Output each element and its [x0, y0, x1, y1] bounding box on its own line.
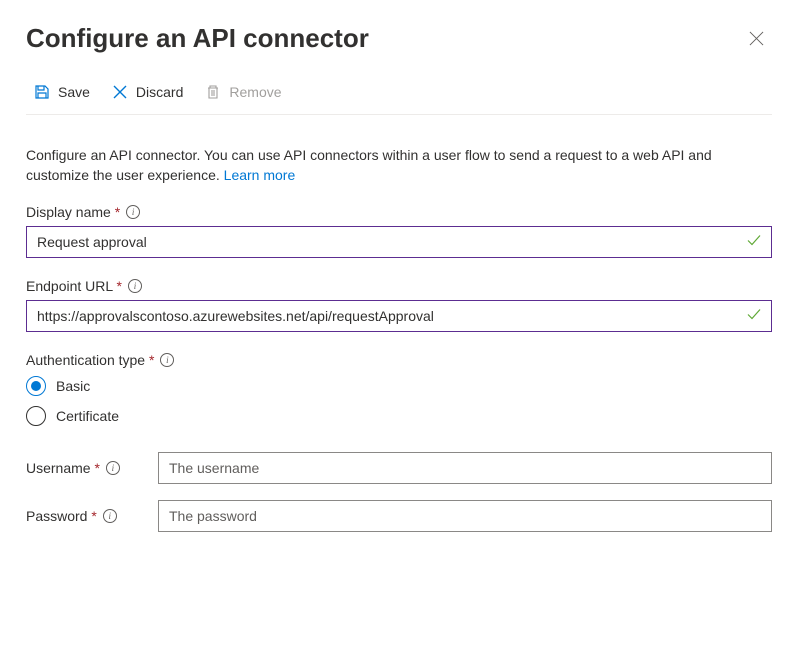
panel-description: Configure an API connector. You can use … [26, 145, 772, 186]
learn-more-link[interactable]: Learn more [224, 167, 296, 183]
auth-type-field-group: Authentication type * i Basic Certificat… [26, 352, 772, 426]
username-label: Username * [26, 460, 100, 476]
info-icon[interactable]: i [160, 353, 174, 367]
radio-label: Certificate [56, 408, 119, 424]
password-field-group: Password * i [26, 500, 772, 532]
discard-label: Discard [136, 84, 183, 100]
radio-label: Basic [56, 378, 90, 394]
configure-api-connector-panel: Configure an API connector Save Discard … [0, 0, 798, 568]
password-input[interactable] [158, 500, 772, 532]
endpoint-url-label: Endpoint URL * [26, 278, 122, 294]
auth-type-label: Authentication type * [26, 352, 154, 368]
info-icon[interactable]: i [128, 279, 142, 293]
info-icon[interactable]: i [106, 461, 120, 475]
auth-type-basic-radio[interactable]: Basic [26, 376, 772, 396]
checkmark-icon [746, 232, 762, 251]
discard-button[interactable]: Discard [104, 80, 191, 104]
close-icon [749, 31, 764, 46]
panel-header: Configure an API connector [26, 10, 772, 80]
username-field-group: Username * i [26, 452, 772, 484]
panel-title: Configure an API connector [26, 23, 369, 54]
auth-type-certificate-radio[interactable]: Certificate [26, 406, 772, 426]
discard-icon [112, 84, 128, 100]
display-name-label: Display name * [26, 204, 120, 220]
username-input[interactable] [158, 452, 772, 484]
info-icon[interactable]: i [126, 205, 140, 219]
close-button[interactable] [740, 22, 772, 54]
info-icon[interactable]: i [103, 509, 117, 523]
endpoint-url-field-group: Endpoint URL * i [26, 278, 772, 332]
password-label: Password * [26, 508, 97, 524]
save-icon [34, 84, 50, 100]
description-text: Configure an API connector. You can use … [26, 147, 712, 183]
toolbar: Save Discard Remove [26, 80, 772, 115]
trash-icon [205, 84, 221, 100]
remove-label: Remove [229, 84, 281, 100]
radio-icon [26, 376, 46, 396]
remove-button: Remove [197, 80, 289, 104]
save-label: Save [58, 84, 90, 100]
display-name-input[interactable] [26, 226, 772, 258]
checkmark-icon [746, 306, 762, 325]
display-name-field-group: Display name * i [26, 204, 772, 258]
save-button[interactable]: Save [26, 80, 98, 104]
endpoint-url-input[interactable] [26, 300, 772, 332]
radio-icon [26, 406, 46, 426]
auth-type-radio-group: Basic Certificate [26, 376, 772, 426]
